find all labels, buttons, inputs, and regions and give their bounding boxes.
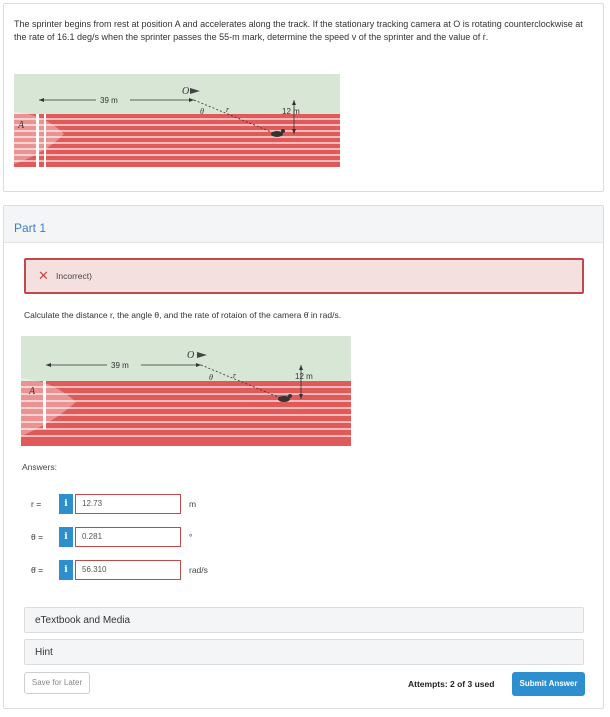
submit-answer-button[interactable]: Submit Answer — [512, 672, 585, 696]
info-icon[interactable]: i — [59, 560, 73, 580]
answer-label: θ̇ = — [31, 565, 44, 575]
problem-card: The sprinter begins from rest at positio… — [3, 3, 604, 192]
answer-unit: ° — [189, 532, 193, 542]
feedback-box: ✕ Incorrect) — [24, 258, 584, 294]
height-label: 12 m — [282, 107, 300, 116]
height-label: 12 m — [295, 372, 313, 381]
part-title[interactable]: Part 1 — [14, 221, 46, 235]
label-a: A — [17, 120, 25, 131]
answer-input-r[interactable]: 12.73 — [75, 494, 181, 514]
answer-row-r: r = i 12.73 m — [4, 494, 304, 514]
answer-label: θ = — [31, 532, 44, 542]
answers-label: Answers: — [22, 462, 57, 472]
answer-row-theta: θ = i 0.281 ° — [4, 527, 304, 547]
info-icon[interactable]: i — [59, 527, 73, 547]
distance-label: 39 m — [100, 96, 118, 105]
info-icon[interactable]: i — [59, 494, 73, 514]
hint-link[interactable]: Hint — [24, 639, 584, 665]
part-header[interactable]: Part 1 — [4, 206, 603, 243]
save-for-later-button[interactable]: Save for Later — [24, 672, 90, 694]
label-theta: θ — [200, 107, 204, 116]
feedback-text: Incorrect) — [56, 271, 92, 281]
part-card: Part 1 ✕ Incorrect) Calculate the distan… — [3, 205, 604, 709]
close-icon: ✕ — [38, 268, 49, 283]
label-o: O — [182, 86, 189, 97]
label-a: A — [28, 386, 36, 397]
answer-input-theta-dot[interactable]: 56.310 — [75, 560, 181, 580]
answer-unit: m — [189, 499, 197, 509]
answer-label: r = — [31, 499, 42, 509]
label-theta: θ — [209, 373, 213, 382]
distance-label: 39 m — [111, 361, 129, 370]
track-diagram: A 39 m O θ r 12 m — [21, 336, 351, 446]
label-o: O — [187, 350, 194, 361]
answer-input-theta[interactable]: 0.281 — [75, 527, 181, 547]
track-diagram: A 39 m O θ r 12 m — [14, 74, 340, 167]
problem-statement: The sprinter begins from rest at positio… — [14, 19, 583, 42]
instruction-text: Calculate the distance r, the angle θ, a… — [24, 310, 342, 320]
answer-row-theta-dot: θ̇ = i 56.310 rad/s — [4, 560, 304, 580]
answer-unit: rad/s — [189, 565, 208, 575]
attempts-text: Attempts: 2 of 3 used — [408, 679, 495, 689]
etextbook-link[interactable]: eTextbook and Media — [24, 607, 584, 633]
